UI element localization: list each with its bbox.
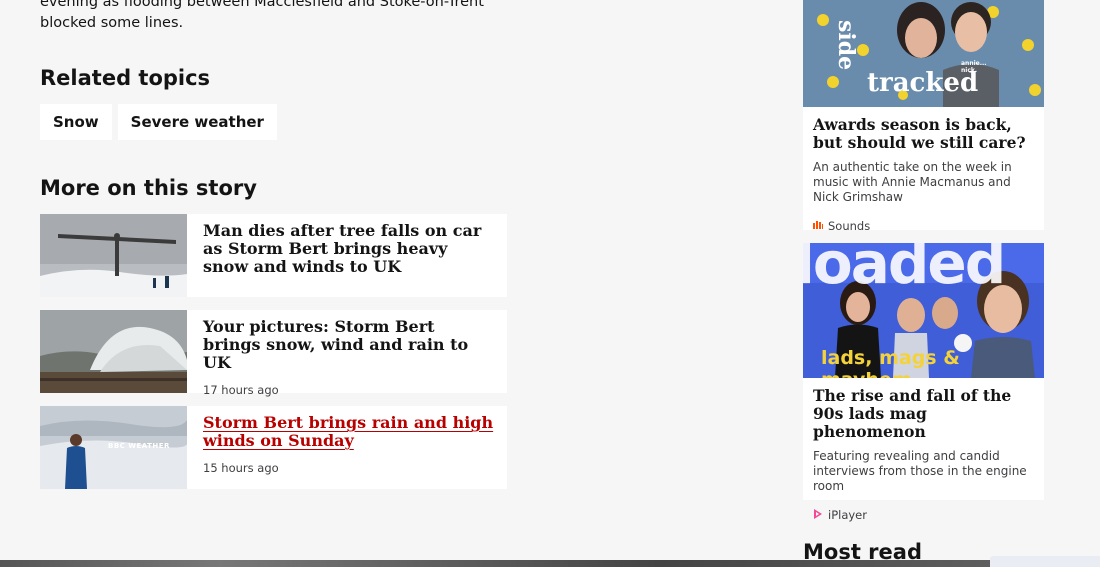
story-title[interactable]: Man dies after tree falls on car as Stor…: [203, 222, 495, 276]
iplayer-icon: [813, 508, 823, 522]
loaded-logo: loaded: [803, 243, 1006, 297]
promo-card-loaded[interactable]: loaded lads, mags & mayhem The rise and …: [803, 243, 1044, 522]
promo-image-sidetracked[interactable]: side tracked annie... nick.: [803, 0, 1044, 107]
topic-snow[interactable]: Snow: [40, 104, 112, 140]
promo-source: iPlayer: [803, 494, 1044, 522]
promo-source-label: iPlayer: [828, 508, 867, 522]
story-thumbnail-angel-of-north[interactable]: [40, 214, 187, 297]
more-on-story-heading: More on this story: [40, 176, 257, 200]
promo-title[interactable]: Awards season is back, but should we sti…: [803, 107, 1044, 152]
related-topics-list: Snow Severe weather: [40, 104, 277, 140]
promo-source: Sounds: [803, 205, 1044, 233]
sidetracked-logo-names: annie... nick.: [961, 60, 987, 74]
story-thumbnail-wave[interactable]: [40, 310, 187, 393]
story-timestamp: 17 hours ago: [203, 383, 279, 397]
story-timestamp: 15 hours ago: [203, 461, 279, 475]
bbc-weather-caption: BBC WEATHER: [108, 442, 170, 450]
promo-description: Featuring revealing and candid interview…: [813, 449, 1027, 493]
promo-image-loaded[interactable]: loaded lads, mags & mayhem: [803, 243, 1044, 378]
loaded-tagline: lads, mags & mayhem: [821, 347, 960, 378]
article-intro-text: evening as flooding between Macclesfield…: [40, 0, 484, 31]
sounds-icon: [813, 219, 823, 233]
story-card[interactable]: BBC WEATHER Storm Bert brings rain and h…: [40, 406, 507, 489]
corner-thumbnail[interactable]: [990, 556, 1100, 567]
story-thumbnail-weather-presenter[interactable]: BBC WEATHER: [40, 406, 187, 489]
related-topics-heading: Related topics: [40, 66, 211, 90]
bottom-video-strip[interactable]: [0, 560, 1100, 567]
promo-description: An authentic take on the week in music w…: [813, 160, 1012, 204]
promo-title[interactable]: The rise and fall of the 90s lads mag ph…: [803, 378, 1044, 441]
story-title[interactable]: Your pictures: Storm Bert brings snow, w…: [203, 318, 495, 372]
story-card[interactable]: Man dies after tree falls on car as Stor…: [40, 214, 507, 297]
topic-severe-weather[interactable]: Severe weather: [117, 104, 277, 140]
sidetracked-logo-side: side: [833, 20, 859, 71]
story-card[interactable]: Your pictures: Storm Bert brings snow, w…: [40, 310, 507, 397]
story-title[interactable]: Storm Bert brings rain and high winds on…: [203, 414, 495, 450]
promo-source-label: Sounds: [828, 219, 871, 233]
promo-card-sidetracked[interactable]: side tracked annie... nick. Awards seaso…: [803, 0, 1044, 233]
